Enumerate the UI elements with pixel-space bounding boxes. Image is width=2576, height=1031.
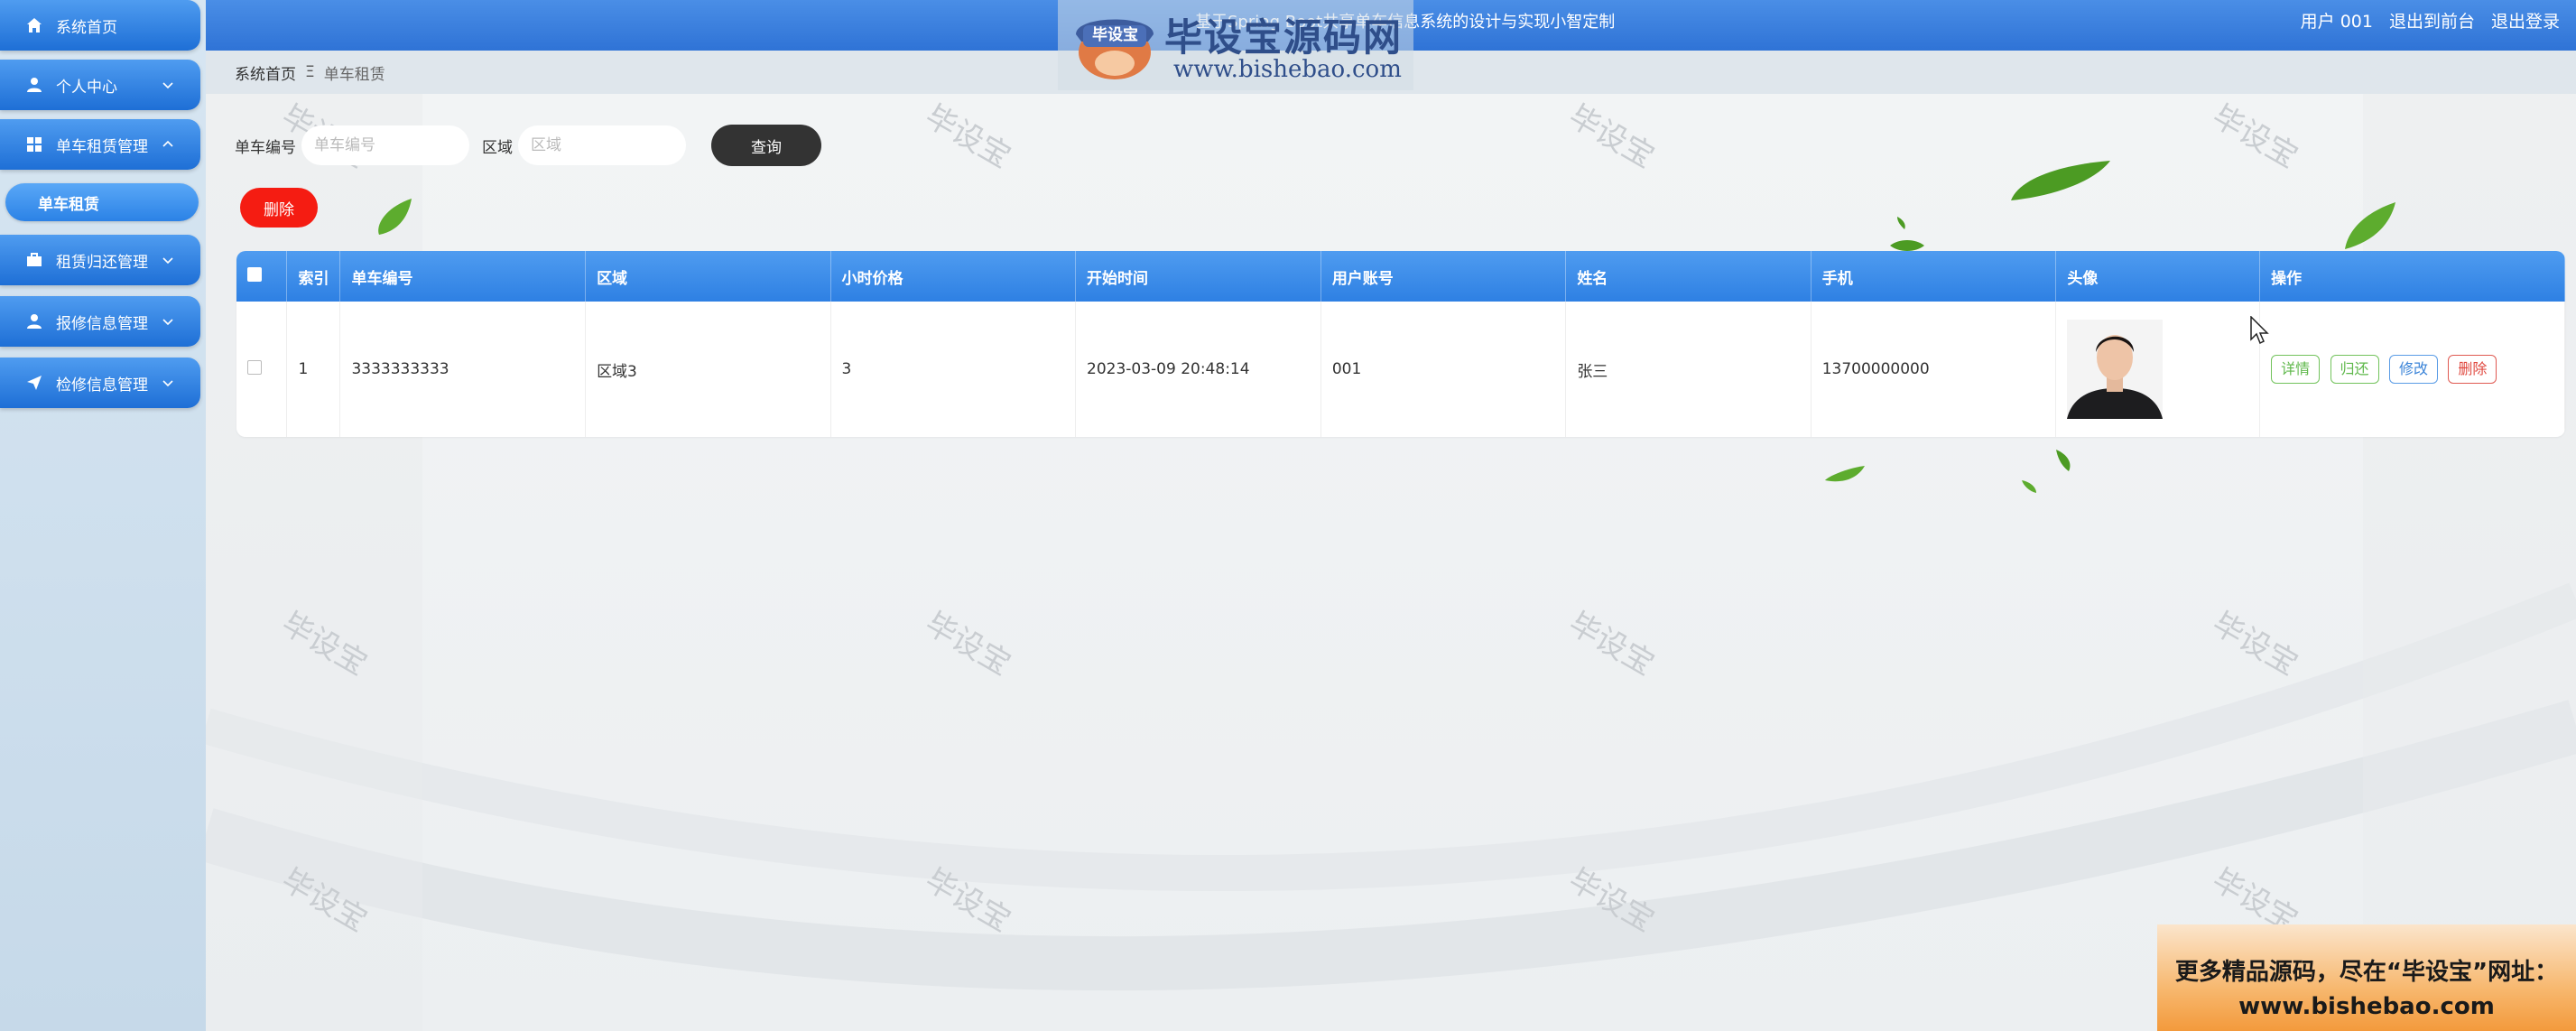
cell-phone: 13700000000 [1811, 302, 2057, 437]
home-icon [25, 16, 43, 34]
column-header: 姓名 [1565, 251, 1812, 302]
cell-area: 区域3 [585, 302, 831, 437]
cell-bike-no: 3333333333 [339, 302, 587, 437]
promo-line-2: www.bishebao.com [2238, 993, 2495, 1020]
column-header: 用户账号 [1320, 251, 1567, 302]
send-icon [25, 374, 43, 392]
sidebar: 系统首页 个人中心 单车租赁管理 单车租赁 租赁归还管理 报修信息管理 检修信息… [0, 0, 208, 1031]
return-button[interactable]: 归还 [2330, 355, 2379, 384]
chevron-down-icon [162, 380, 173, 387]
sidebar-item-personal-center[interactable]: 个人中心 [0, 60, 200, 110]
logo-title: 毕设宝源码网 [1164, 15, 1404, 60]
bike-no-input[interactable] [301, 125, 469, 165]
row-select-cell[interactable] [236, 302, 288, 437]
header-links: 用户 001 退出到前台 退出登录 [2301, 8, 2560, 33]
cell-operations: 详情 归还 修改 删除 [2259, 302, 2565, 437]
table-header-row: 索引 单车编号 区域 小时价格 开始时间 用户账号 姓名 手机 头像 操作 [236, 251, 2565, 302]
site-logo-overlay: 毕设宝 毕设宝源码网 www.bishebao.com [1058, 0, 1413, 90]
cell-user-account: 001 [1320, 302, 1567, 437]
rental-table: 索引 单车编号 区域 小时价格 开始时间 用户账号 姓名 手机 头像 操作 1 … [236, 251, 2565, 437]
logo-url: www.bishebao.com [1173, 56, 1402, 83]
grid-icon [25, 135, 43, 153]
column-header: 手机 [1811, 251, 2057, 302]
promo-line-1: 更多精品源码，尽在“毕设宝”网址： [2174, 959, 2559, 986]
cell-hour-price: 3 [830, 302, 1076, 437]
sidebar-subitem-label: 单车租赁 [38, 195, 99, 214]
chevron-up-icon [162, 140, 173, 147]
sidebar-item-rental-return-management[interactable]: 租赁归还管理 [0, 235, 200, 285]
user-icon [25, 312, 43, 330]
chevron-down-icon [162, 82, 173, 89]
avatar [2067, 320, 2164, 419]
bike-no-label: 单车编号 [235, 138, 296, 157]
cell-avatar [2055, 302, 2261, 437]
search-bar: 单车编号 区域 查询 [235, 125, 821, 166]
query-button[interactable]: 查询 [711, 125, 821, 166]
sidebar-item-bike-rental-management[interactable]: 单车租赁管理 [0, 119, 200, 170]
select-all-checkbox[interactable] [247, 266, 262, 282]
leaf-decoration [2011, 161, 2110, 200]
sidebar-item-repair-info-management[interactable]: 报修信息管理 [0, 296, 200, 347]
cell-start-time: 2023-03-09 20:48:14 [1075, 302, 1321, 437]
column-header: 小时价格 [830, 251, 1076, 302]
cell-name: 张三 [1565, 302, 1812, 437]
sidebar-item-label: 租赁归还管理 [56, 253, 148, 272]
area-input[interactable] [518, 125, 686, 165]
cell-index: 1 [286, 302, 341, 437]
sidebar-item-label: 系统首页 [56, 18, 117, 37]
logo-mark-text: 毕设宝 [1092, 26, 1138, 44]
column-header: 区域 [585, 251, 831, 302]
edit-button[interactable]: 修改 [2388, 355, 2438, 384]
mouse-cursor-icon [2250, 316, 2269, 345]
batch-delete-button[interactable]: 删除 [240, 188, 318, 228]
column-header: 索引 [286, 251, 341, 302]
sidebar-item-inspection-info-management[interactable]: 检修信息管理 [0, 358, 200, 408]
select-all-cell[interactable] [236, 251, 288, 302]
sidebar-item-home[interactable]: 系统首页 [0, 0, 200, 51]
main-content: 毕设宝 毕设宝 毕设宝 毕设宝 毕设宝 毕设宝 毕设宝 毕设宝 毕设宝 毕设宝 … [206, 94, 2576, 1031]
detail-button[interactable]: 详情 [2271, 355, 2321, 384]
breadcrumb-separator: Ξ [305, 63, 315, 81]
chevron-down-icon [162, 319, 173, 326]
chevron-down-icon [162, 257, 173, 265]
promo-banner: 更多精品源码，尽在“毕设宝”网址： www.bishebao.com [2157, 924, 2576, 1031]
leaf-decoration [378, 199, 412, 235]
leaf-decoration [2022, 480, 2036, 493]
column-header: 开始时间 [1075, 251, 1321, 302]
logout-link[interactable]: 退出登录 [2491, 8, 2560, 33]
column-header: 操作 [2259, 251, 2565, 302]
user-icon [25, 76, 43, 94]
column-header: 头像 [2055, 251, 2261, 302]
sidebar-item-label: 报修信息管理 [56, 314, 148, 333]
breadcrumb-home[interactable]: 系统首页 [235, 61, 296, 84]
leaf-decoration [1897, 217, 1905, 229]
row-delete-button[interactable]: 删除 [2448, 355, 2497, 384]
table-row: 1 3333333333 区域3 3 2023-03-09 20:48:14 0… [236, 302, 2565, 437]
breadcrumb-current: 单车租赁 [323, 65, 385, 84]
leaf-decoration [2056, 450, 2071, 471]
sidebar-item-label: 检修信息管理 [56, 376, 148, 395]
sidebar-item-label: 个人中心 [56, 78, 117, 97]
column-header: 单车编号 [339, 251, 587, 302]
leaf-decoration [2345, 202, 2395, 249]
leaf-decoration [1825, 466, 1865, 482]
sidebar-item-label: 单车租赁管理 [56, 137, 148, 156]
sidebar-subitem-bike-rental[interactable]: 单车租赁 [5, 183, 199, 221]
logo-mascot-icon [1076, 19, 1154, 79]
briefcase-icon [25, 251, 43, 269]
user-label: 用户 001 [2300, 12, 2373, 32]
area-label: 区域 [482, 138, 513, 157]
back-to-front-link[interactable]: 退出到前台 [2389, 8, 2475, 33]
row-checkbox[interactable] [247, 359, 262, 375]
